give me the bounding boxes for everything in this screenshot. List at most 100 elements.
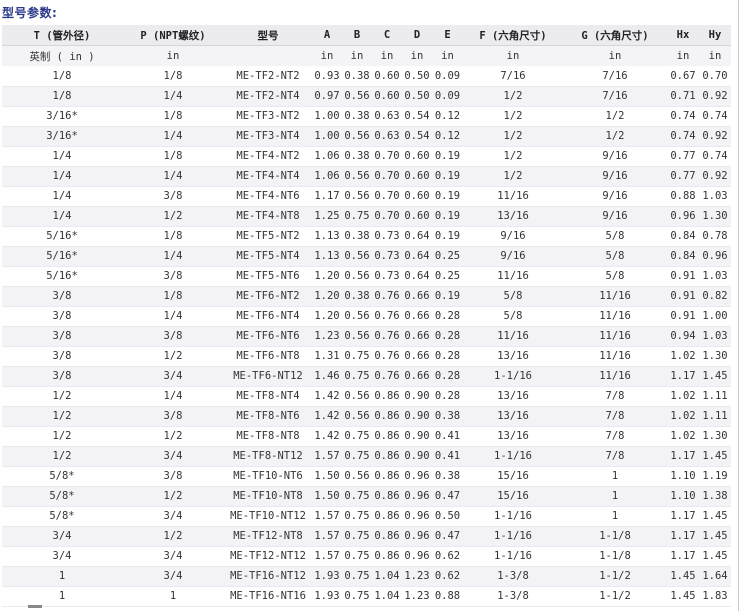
table-body: 1/8 1/8 ME-TF2-NT2 0.93 0.38 0.60 0.50 0.09 7/16… [2,66,731,607]
cell-t: 3/4 [2,546,122,567]
cell-c: 0.86 [372,506,402,527]
cell-hy: 1.30 [699,426,731,447]
cell-p: 1 [122,586,224,607]
cell-g: 1/2 [563,126,667,147]
cell-b: 0.56 [342,126,372,147]
cell-hy: 0.92 [699,126,731,147]
cell-b: 0.38 [342,146,372,167]
cell-p: 1/4 [122,166,224,187]
cell-f: 11/16 [463,326,563,347]
cell-d: 0.60 [402,146,432,167]
cell-d: 0.50 [402,86,432,107]
cell-g: 1-1/2 [563,586,667,607]
cell-b: 0.38 [342,286,372,307]
cell-model: ME-TF3-NT4 [224,126,312,147]
cell-f: 5/8 [463,306,563,327]
cell-e: 0.47 [432,486,463,507]
cell-f: 1/2 [463,126,563,147]
cell-hy: 1.45 [699,506,731,527]
cell-b: 0.56 [342,406,372,427]
cell-a: 1.50 [312,466,342,487]
cell-a: 1.42 [312,406,342,427]
table-row: 1/2 1/4 ME-TF8-NT4 1.42 0.56 0.86 0.90 0.28 13/1… [2,386,731,407]
cell-e: 0.28 [432,306,463,327]
cell-e: 0.19 [432,206,463,227]
cell-g: 1/2 [563,106,667,127]
cell-p: 1/8 [122,226,224,247]
table-row: 3/8 3/4 ME-TF6-NT12 1.46 0.75 0.76 0.66 0.28 1-1… [2,366,731,387]
cell-g: 11/16 [563,346,667,367]
cell-hx: 1.10 [667,486,699,507]
cell-d: 0.54 [402,106,432,127]
cell-p: 1/8 [122,66,224,87]
cell-f: 11/16 [463,186,563,207]
cell-t: 3/16* [2,126,122,147]
cell-hy: 1.03 [699,326,731,347]
cell-c: 0.86 [372,486,402,507]
table-row: 3/16* 1/8 ME-TF3-NT2 1.00 0.38 0.63 0.54 0.12 1/… [2,106,731,127]
cell-hy: 1.30 [699,346,731,367]
cell-b: 0.75 [342,446,372,467]
cell-t: 5/8* [2,466,122,487]
cell-d: 1.23 [402,566,432,587]
cell-c: 0.63 [372,126,402,147]
cell-hy: 1.45 [699,366,731,387]
table-row: 5/16* 1/4 ME-TF5-NT4 1.13 0.56 0.73 0.64 0.25 9/… [2,246,731,267]
cell-b: 0.38 [342,106,372,127]
cell-b: 0.56 [342,326,372,347]
cell-a: 0.93 [312,66,342,87]
cell-model: ME-TF2-NT4 [224,86,312,107]
cell-c: 0.63 [372,106,402,127]
cell-g: 11/16 [563,366,667,387]
column-header-d: D [402,25,432,46]
cell-model: ME-TF10-NT12 [224,506,312,527]
cell-a: 0.97 [312,86,342,107]
cell-hy: 1.45 [699,526,731,547]
cell-a: 1.46 [312,366,342,387]
table-row: 3/8 1/4 ME-TF6-NT4 1.20 0.56 0.76 0.66 0.28 5/8 1… [2,306,731,327]
cell-p: 1/2 [122,526,224,547]
column-header-hy: Hy [699,25,731,46]
cell-f: 13/16 [463,406,563,427]
table-row: 3/16* 1/4 ME-TF3-NT4 1.00 0.56 0.63 0.54 0.12 1/… [2,126,731,147]
cell-p: 1/8 [122,106,224,127]
table-row: 1/8 1/4 ME-TF2-NT4 0.97 0.56 0.60 0.50 0.09 1/2 7… [2,86,731,107]
cell-model: ME-TF6-NT12 [224,366,312,387]
cell-hx: 0.96 [667,206,699,227]
cell-f: 9/16 [463,226,563,247]
cell-model: ME-TF4-NT6 [224,186,312,207]
cell-b: 0.75 [342,366,372,387]
cell-f: 13/16 [463,426,563,447]
cell-c: 0.73 [372,246,402,267]
cell-model: ME-TF16-NT12 [224,566,312,587]
cell-hx: 1.17 [667,366,699,387]
cell-g: 7/8 [563,406,667,427]
cell-t: 3/8 [2,286,122,307]
cell-t: 3/8 [2,326,122,347]
cell-f: 7/16 [463,66,563,87]
cell-hx: 1.17 [667,506,699,527]
unit-cell [224,45,312,66]
cell-model: ME-TF4-NT8 [224,206,312,227]
cell-f: 1-1/16 [463,366,563,387]
cell-d: 0.60 [402,206,432,227]
cell-p: 3/8 [122,186,224,207]
table-row: 1/2 1/2 ME-TF8-NT8 1.42 0.75 0.86 0.90 0.41 13/1… [2,426,731,447]
cell-c: 0.86 [372,446,402,467]
column-header-model: 型号 [224,25,312,46]
cell-t: 5/8* [2,486,122,507]
table-row: 5/16* 3/8 ME-TF5-NT6 1.20 0.56 0.73 0.64 0.25 11… [2,266,731,287]
cell-f: 1/2 [463,166,563,187]
table-row: 1/4 1/4 ME-TF4-NT4 1.06 0.56 0.70 0.60 0.19 1/2 9… [2,166,731,187]
table-row: 1/4 1/2 ME-TF4-NT8 1.25 0.75 0.70 0.60 0.19 13/1… [2,206,731,227]
cell-g: 9/16 [563,206,667,227]
units-row: 英制 ( in ) in in in in in in in in in in [2,45,731,66]
cell-t: 1/2 [2,426,122,447]
table-row: 3/4 3/4 ME-TF12-NT12 1.57 0.75 0.86 0.96 0.62 1-… [2,546,731,567]
cell-hy: 0.96 [699,246,731,267]
cell-hy: 1.38 [699,486,731,507]
cell-e: 0.28 [432,346,463,367]
cell-t: 1/8 [2,66,122,87]
column-header-f: F (六角尺寸) [463,25,563,46]
cell-p: 1/4 [122,126,224,147]
